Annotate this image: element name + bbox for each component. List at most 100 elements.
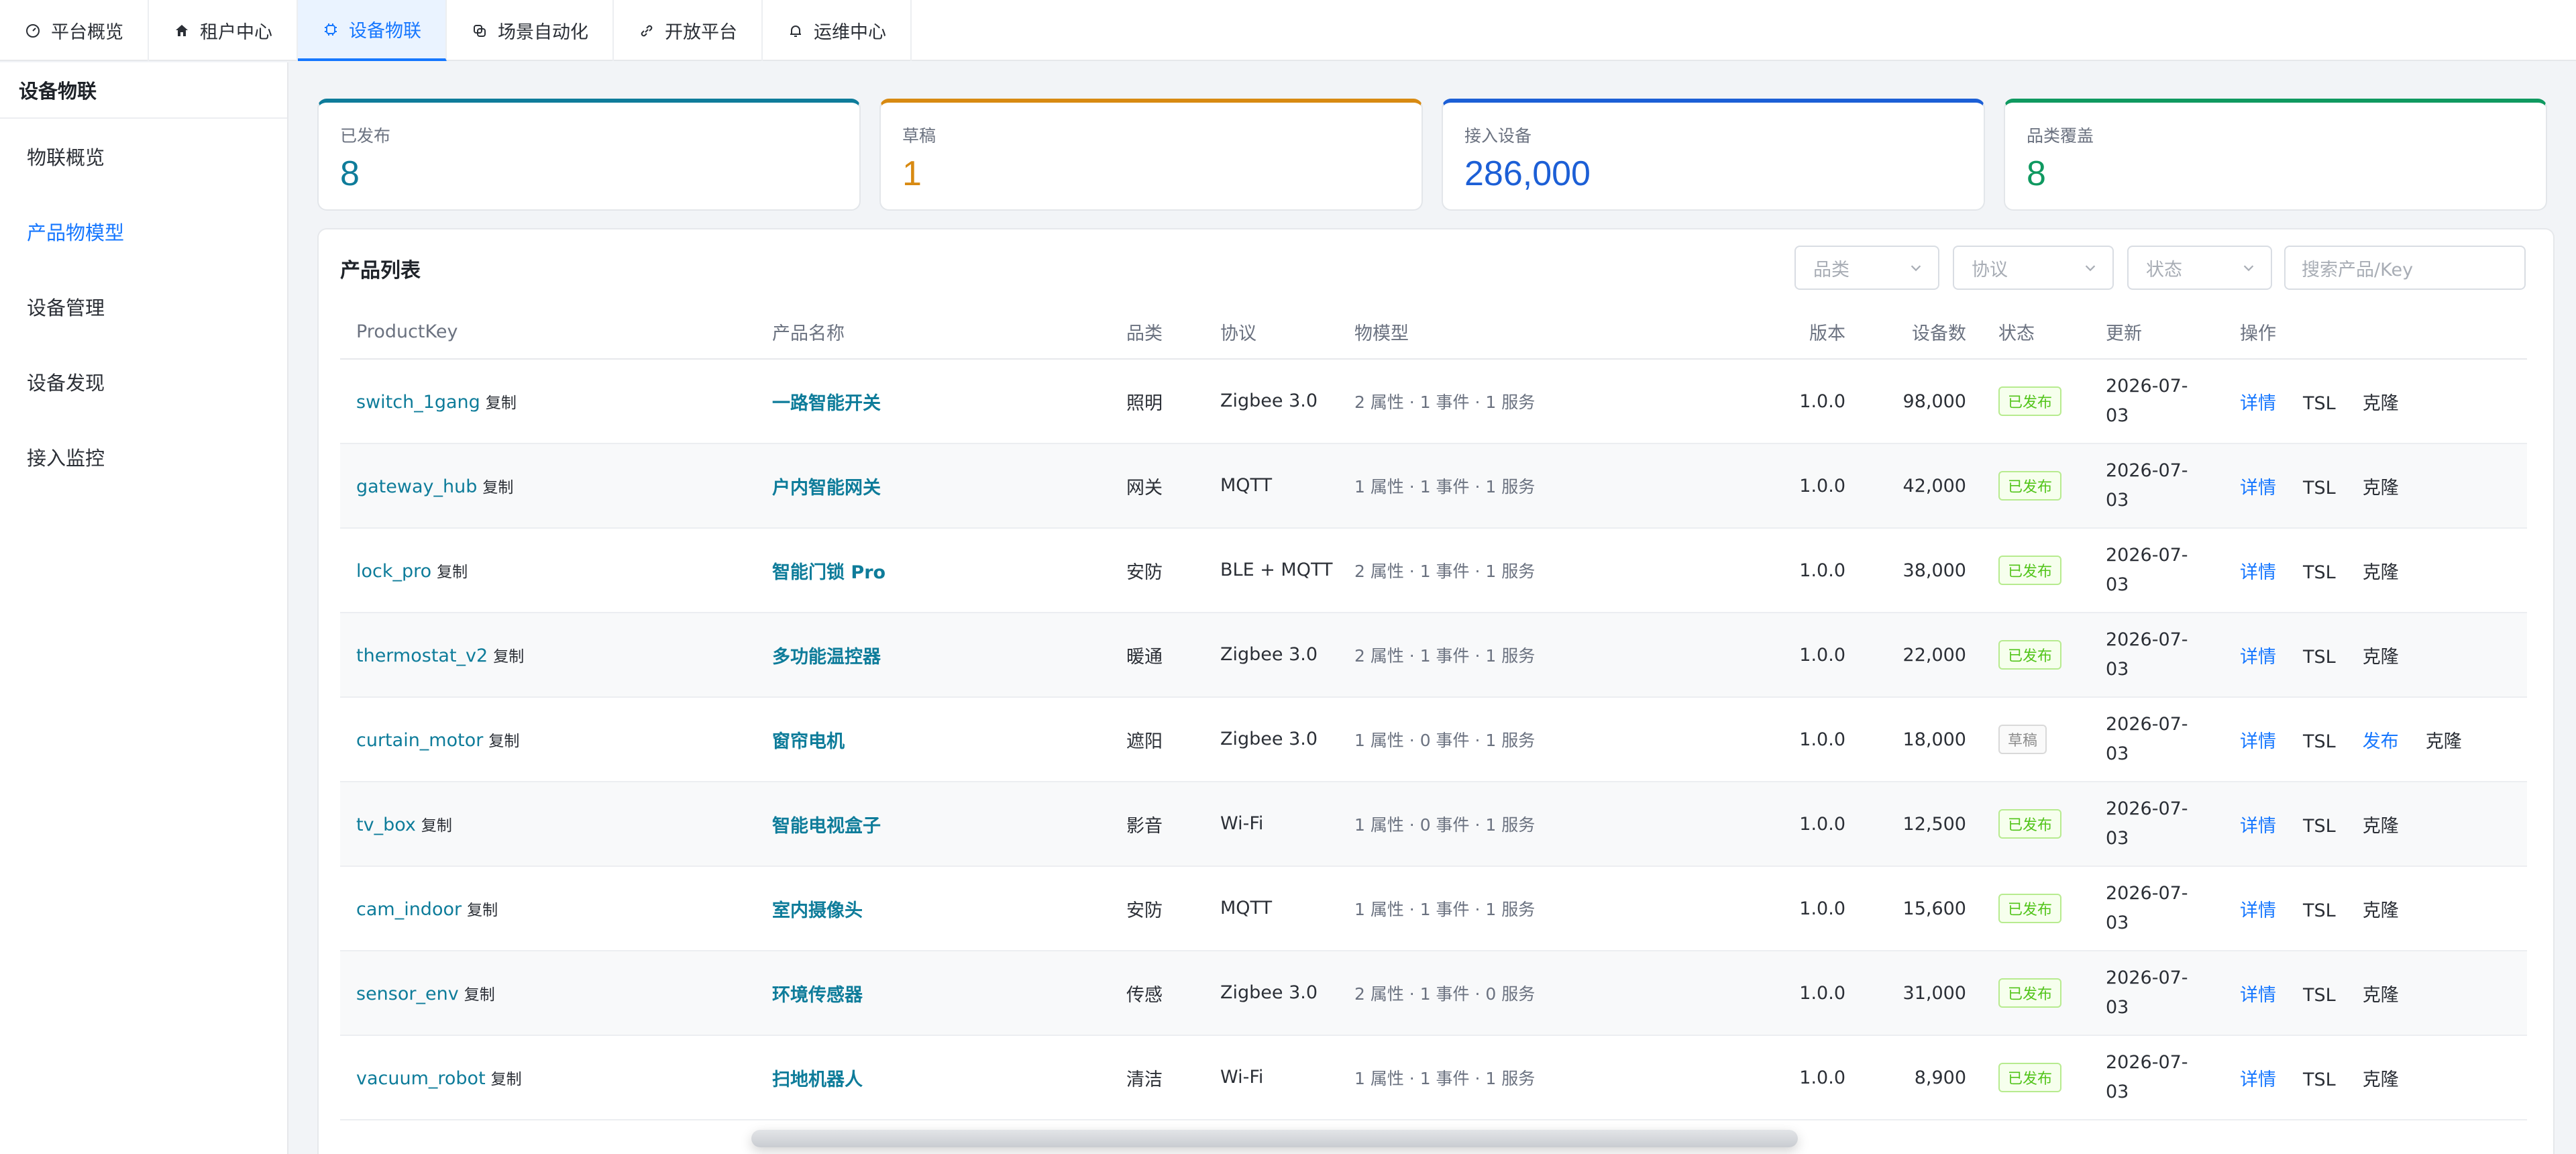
copy-button[interactable]: 复制 <box>488 733 519 750</box>
copy-button[interactable]: 复制 <box>493 648 524 666</box>
tab-ops-center[interactable]: 运维中心 <box>763 0 912 61</box>
sidebar-item-product-model[interactable]: 产品物模型 <box>0 194 287 269</box>
product-name-link[interactable]: 一路智能开关 <box>772 393 881 414</box>
publish-link[interactable]: 发布 <box>2363 727 2399 753</box>
sidebar-item-device-management[interactable]: 设备管理 <box>0 269 287 344</box>
tab-open-platform[interactable]: 开放平台 <box>614 0 763 61</box>
product-name-link[interactable]: 智能电视盒子 <box>772 816 881 837</box>
product-name-link[interactable]: 环境传感器 <box>772 985 863 1006</box>
detail-link[interactable]: 详情 <box>2240 642 2276 668</box>
product-key[interactable]: sensor_env <box>356 984 459 1004</box>
filter-placeholder: 品类 <box>1813 259 1849 280</box>
table-row: lock_pro 复制 智能门锁 Pro 安防 BLE + MQTT 2 属性 · 1 事… <box>340 528 2527 613</box>
table-row: tv_box 复制 智能电视盒子 影音 Wi-Fi 1 属性 · 0 事件 · 1 服务 1… <box>340 782 2527 867</box>
tsl-link[interactable]: TSL <box>2303 731 2336 752</box>
table-row: cam_indoor 复制 室内摄像头 安防 MQTT 1 属性 · 1 事件 · 1 服… <box>340 866 2527 951</box>
detail-link[interactable]: 详情 <box>2240 727 2276 753</box>
tsl-link[interactable]: TSL <box>2303 985 2336 1006</box>
tab-label: 场景自动化 <box>498 22 588 43</box>
protocol-cell: MQTT <box>1204 443 1338 529</box>
stat-label: 草稿 <box>902 126 936 146</box>
clone-link[interactable]: 克隆 <box>2363 980 2399 1006</box>
protocol-cell: MQTT <box>1204 866 1338 951</box>
detail-link[interactable]: 详情 <box>2240 980 2276 1006</box>
detail-link[interactable]: 详情 <box>2240 896 2276 922</box>
clone-link[interactable]: 克隆 <box>2363 473 2399 499</box>
product-name-link[interactable]: 智能门锁 Pro <box>772 562 885 583</box>
product-name-link[interactable]: 窗帘电机 <box>772 731 845 752</box>
sidebar-item-access-monitor[interactable]: 接入监控 <box>0 419 287 494</box>
product-key-cell: lock_pro 复制 <box>340 528 756 613</box>
filter-placeholder: 状态 <box>2146 259 2182 280</box>
copy-button[interactable]: 复制 <box>482 479 513 496</box>
copy-button[interactable]: 复制 <box>491 1071 522 1088</box>
product-name-link[interactable]: 扫地机器人 <box>772 1069 863 1090</box>
updated-date: 2026-07-03 <box>2106 629 2188 680</box>
detail-link[interactable]: 详情 <box>2240 558 2276 584</box>
copy-button[interactable]: 复制 <box>437 564 468 581</box>
tab-platform-overview[interactable]: 平台概览 <box>0 0 149 61</box>
tsl-link[interactable]: TSL <box>2303 816 2336 837</box>
product-key[interactable]: cam_indoor <box>356 899 462 920</box>
product-key-cell: gateway_hub 复制 <box>340 443 756 529</box>
search-input[interactable]: 搜索产品/Key <box>2284 246 2526 290</box>
horizontal-scrollbar[interactable] <box>751 1130 1798 1147</box>
tsl-summary: 1 属性 · 1 事件 · 1 服务 <box>1354 900 1536 919</box>
updated-cell: 2026-07-03 <box>2090 443 2224 529</box>
clone-link[interactable]: 克隆 <box>2363 1065 2399 1091</box>
tsl-link[interactable]: TSL <box>2303 647 2336 668</box>
detail-link[interactable]: 详情 <box>2240 811 2276 837</box>
copy-button[interactable]: 复制 <box>467 902 498 919</box>
copy-button[interactable]: 复制 <box>486 395 517 412</box>
product-key[interactable]: switch_1gang <box>356 392 480 413</box>
sidebar-item-iot-overview[interactable]: 物联概览 <box>0 119 287 194</box>
product-key[interactable]: gateway_hub <box>356 476 477 497</box>
table-row: switch_1gang 复制 一路智能开关 照明 Zigbee 3.0 2 属性 · 1… <box>340 359 2527 444</box>
copy-button[interactable]: 复制 <box>421 817 452 835</box>
tsl-link[interactable]: TSL <box>2303 1069 2336 1090</box>
device-count-cell: 42,000 <box>1862 443 1982 529</box>
product-key[interactable]: tv_box <box>356 815 416 835</box>
clone-link[interactable]: 克隆 <box>2363 811 2399 837</box>
status-badge: 草稿 <box>1998 725 2047 754</box>
product-name-link[interactable]: 户内智能网关 <box>772 478 881 499</box>
protocol-cell: Zigbee 3.0 <box>1204 359 1338 444</box>
tsl-link[interactable]: TSL <box>2303 393 2336 414</box>
product-name-link[interactable]: 多功能温控器 <box>772 647 881 668</box>
product-key[interactable]: curtain_motor <box>356 730 483 751</box>
product-key[interactable]: thermostat_v2 <box>356 645 488 666</box>
clone-link[interactable]: 克隆 <box>2363 388 2399 415</box>
device-count-cell: 8,900 <box>1862 1035 1982 1120</box>
protocol-filter-select[interactable]: 协议 <box>1953 246 2114 290</box>
status-filter-select[interactable]: 状态 <box>2127 246 2272 290</box>
copy-button[interactable]: 复制 <box>464 986 495 1004</box>
version-cell: 1.0.0 <box>1768 1035 1862 1120</box>
clone-link[interactable]: 克隆 <box>2426 727 2462 753</box>
category-filter-select[interactable]: 品类 <box>1794 246 1939 290</box>
product-key[interactable]: vacuum_robot <box>356 1068 486 1089</box>
clone-link[interactable]: 克隆 <box>2363 558 2399 584</box>
product-key-cell: switch_1gang 复制 <box>340 359 756 444</box>
clone-link[interactable]: 克隆 <box>2363 642 2399 668</box>
detail-link[interactable]: 详情 <box>2240 388 2276 415</box>
product-name-cell: 户内智能网关 <box>756 443 1110 529</box>
product-name-link[interactable]: 室内摄像头 <box>772 900 863 921</box>
detail-link[interactable]: 详情 <box>2240 1065 2276 1091</box>
product-key-cell: sensor_env 复制 <box>340 951 756 1036</box>
stat-card-draft: 草稿 1 <box>879 99 1423 211</box>
tsl-link[interactable]: TSL <box>2303 478 2336 499</box>
stat-label: 接入设备 <box>1464 126 1532 146</box>
tab-tenant-center[interactable]: 租户中心 <box>149 0 298 61</box>
status-cell: 已发布 <box>1982 951 2090 1036</box>
chevron-down-icon <box>1911 265 1921 272</box>
clone-link[interactable]: 克隆 <box>2363 896 2399 922</box>
product-key[interactable]: lock_pro <box>356 561 431 582</box>
tsl-link[interactable]: TSL <box>2303 562 2336 583</box>
tab-device-iot[interactable]: 设备物联 <box>298 0 447 61</box>
tab-scene-automation[interactable]: 场景自动化 <box>447 0 614 61</box>
tsl-link[interactable]: TSL <box>2303 900 2336 921</box>
column-header: ProductKey <box>340 305 756 360</box>
sidebar-item-device-discovery[interactable]: 设备发现 <box>0 344 287 419</box>
column-header: 产品名称 <box>756 305 1110 360</box>
detail-link[interactable]: 详情 <box>2240 473 2276 499</box>
